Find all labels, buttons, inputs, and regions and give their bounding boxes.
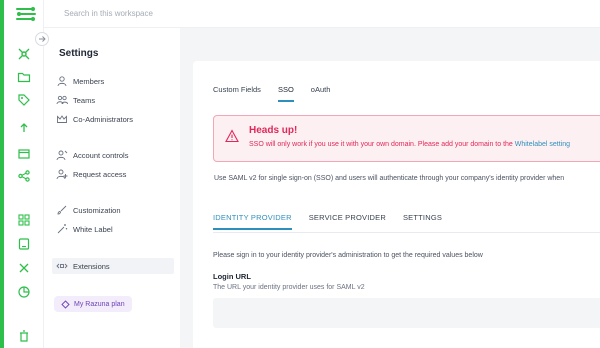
search-input[interactable]: Search in this workspace	[64, 9, 153, 18]
grid-icon[interactable]	[17, 213, 31, 227]
my-plan-button[interactable]: My Razuna plan	[54, 296, 132, 312]
tools-icon[interactable]	[17, 261, 31, 275]
arrow-right-icon	[39, 36, 46, 42]
warning-icon	[225, 129, 239, 143]
tab-identity-provider[interactable]: IDENTITY PROVIDER	[213, 213, 292, 230]
alert-title: Heads up!	[249, 125, 298, 136]
app-rail	[0, 0, 44, 348]
account-controls-icon	[56, 149, 68, 161]
collapse-sidebar-button[interactable]	[35, 32, 49, 46]
brush-icon	[56, 204, 68, 216]
sidebar-item-account-controls[interactable]: Account controls	[56, 147, 174, 163]
settings-card: Custom Fields SSO oAuth Heads up! SSO wi…	[193, 61, 600, 348]
network-icon[interactable]	[17, 47, 31, 61]
share-icon[interactable]	[17, 169, 31, 183]
sidebar-item-label: Teams	[73, 95, 96, 105]
sidebar-item-label: Co-Administrators	[73, 114, 134, 124]
upload-icon[interactable]	[17, 121, 31, 135]
sidebar-item-label: Request access	[73, 169, 127, 179]
tab-sso-settings[interactable]: SETTINGS	[403, 213, 442, 230]
login-url-input[interactable]	[213, 298, 600, 328]
settings-tabs: Custom Fields SSO oAuth	[213, 85, 347, 102]
sidebar-item-label: Members	[73, 76, 105, 86]
chart-icon[interactable]	[17, 285, 31, 299]
tab-service-provider[interactable]: SERVICE PROVIDER	[309, 213, 386, 230]
heads-up-alert: Heads up! SSO will only work if you use …	[213, 115, 600, 162]
alert-message-text: SSO will only work if you use it with yo…	[249, 141, 515, 148]
bookmark-icon[interactable]	[17, 237, 31, 251]
alert-message: SSO will only work if you use it with yo…	[249, 141, 570, 148]
folder-icon[interactable]	[17, 70, 31, 84]
trash-icon[interactable]	[17, 329, 31, 343]
tag-icon[interactable]	[17, 93, 31, 107]
plan-label: My Razuna plan	[74, 300, 125, 308]
identity-provider-hint: Please sign in to your identity provider…	[213, 252, 483, 259]
sidebar-item-label: White Label	[73, 224, 113, 234]
sidebar-item-request-access[interactable]: Request access	[56, 166, 174, 182]
extensions-icon	[56, 260, 68, 272]
sidebar-item-extensions[interactable]: Extensions	[52, 258, 174, 274]
razuna-logo-icon[interactable]	[15, 6, 37, 24]
login-url-label: Login URL	[213, 272, 251, 281]
sidebar-item-label: Extensions	[73, 261, 110, 271]
settings-sidebar: Settings Members Teams Co-Administrators…	[44, 28, 180, 348]
box-icon[interactable]	[17, 146, 31, 160]
sidebar-item-teams[interactable]: Teams	[56, 92, 174, 108]
sidebar-item-customization[interactable]: Customization	[56, 202, 174, 218]
sso-description: Use SAML v2 for single sign-on (SSO) and…	[214, 175, 565, 182]
subtabs-divider	[213, 232, 600, 233]
sidebar-item-label: Account controls	[73, 150, 129, 160]
sso-subtabs: IDENTITY PROVIDER SERVICE PROVIDER SETTI…	[213, 213, 459, 230]
request-access-icon	[56, 168, 68, 180]
sidebar-item-white-label[interactable]: White Label	[56, 221, 174, 237]
user-icon	[56, 75, 68, 87]
magic-wand-icon	[56, 223, 68, 235]
sidebar-item-co-administrators[interactable]: Co-Administrators	[56, 111, 174, 127]
tab-sso[interactable]: SSO	[277, 85, 294, 102]
whitelabel-settings-link[interactable]: Whitelabel setting	[515, 141, 570, 148]
login-url-description: The URL your identity provider uses for …	[213, 284, 365, 291]
sidebar-item-members[interactable]: Members	[56, 73, 174, 89]
diamond-icon	[61, 299, 70, 309]
users-icon	[56, 94, 68, 106]
crown-icon	[56, 113, 68, 125]
top-bar: Search in this workspace	[44, 0, 600, 28]
tab-oauth[interactable]: oAuth	[311, 85, 331, 102]
sidebar-title: Settings	[59, 48, 99, 59]
tab-custom-fields[interactable]: Custom Fields	[213, 85, 261, 102]
sidebar-item-label: Customization	[73, 205, 121, 215]
